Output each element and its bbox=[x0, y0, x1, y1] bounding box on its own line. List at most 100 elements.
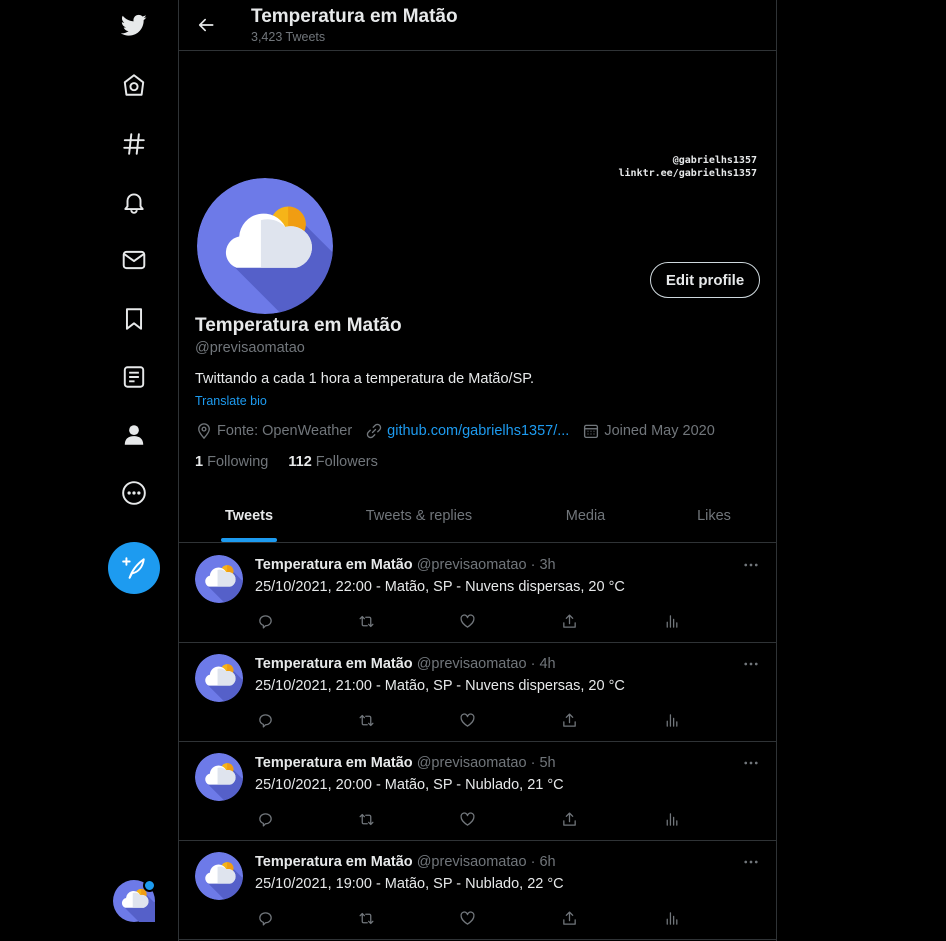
location-pin-icon bbox=[198, 423, 210, 440]
compose-tweet-button[interactable] bbox=[108, 542, 160, 594]
share-icon[interactable] bbox=[559, 611, 579, 631]
like-heart-icon[interactable] bbox=[457, 908, 477, 928]
feather-plus-icon bbox=[122, 557, 145, 579]
tweet-timestamp[interactable]: 5h bbox=[539, 755, 555, 771]
more-options-icon[interactable] bbox=[741, 555, 761, 575]
follow-stats: 1 Following 112 Followers bbox=[195, 454, 398, 470]
tab-media[interactable]: Media bbox=[519, 490, 652, 542]
reply-icon[interactable] bbox=[255, 809, 275, 829]
followers-link[interactable]: 112 Followers bbox=[288, 454, 377, 470]
notification-dot bbox=[143, 879, 156, 892]
profile-header: Temperatura em Matão 3,423 Tweets bbox=[179, 0, 776, 51]
reply-icon[interactable] bbox=[255, 611, 275, 631]
profile-handle: @previsaomatao bbox=[195, 340, 305, 356]
analytics-icon[interactable] bbox=[661, 710, 681, 730]
more-options-icon[interactable] bbox=[741, 852, 761, 872]
website-link[interactable]: github.com/gabrielhs1357/... bbox=[387, 423, 569, 439]
tweet-header: Temperatura em Matão @previsaomatao · 4h bbox=[255, 656, 556, 672]
like-heart-icon[interactable] bbox=[457, 710, 477, 730]
retweet-icon[interactable] bbox=[356, 908, 376, 928]
tweet-avatar[interactable] bbox=[195, 852, 243, 900]
explore-hashtag-icon[interactable] bbox=[109, 119, 159, 169]
tweet-author-name[interactable]: Temperatura em Matão bbox=[255, 656, 413, 672]
profile-column: Temperatura em Matão 3,423 Tweets @gabri… bbox=[178, 0, 777, 941]
profile-website[interactable]: github.com/gabrielhs1357/... bbox=[365, 422, 569, 440]
tweet-author-handle[interactable]: @previsaomatao bbox=[417, 557, 527, 573]
followers-label: Followers bbox=[315, 454, 378, 470]
reply-icon[interactable] bbox=[255, 710, 275, 730]
tweet-separator: · bbox=[530, 755, 536, 771]
tweet-text: 25/10/2021, 19:00 - Matão, SP - Nublado,… bbox=[255, 876, 564, 892]
tweet-avatar[interactable] bbox=[195, 555, 243, 603]
followers-count: 112 bbox=[288, 454, 312, 470]
tweet[interactable]: Temperatura em Matão @previsaomatao · 6h… bbox=[179, 840, 776, 940]
notifications-bell-icon[interactable] bbox=[109, 177, 159, 227]
like-heart-icon[interactable] bbox=[457, 809, 477, 829]
tweet-author-name[interactable]: Temperatura em Matão bbox=[255, 755, 413, 771]
like-heart-icon[interactable] bbox=[457, 611, 477, 631]
profile-bio: Twittando a cada 1 hora a temperatura de… bbox=[195, 371, 535, 387]
tweet-header: Temperatura em Matão @previsaomatao · 3h bbox=[255, 557, 556, 573]
reply-icon[interactable] bbox=[255, 908, 275, 928]
account-avatar[interactable] bbox=[113, 879, 156, 922]
tweet-avatar[interactable] bbox=[195, 753, 243, 801]
share-icon[interactable] bbox=[559, 908, 579, 928]
banner-line: @gabrielhs1357 bbox=[672, 155, 757, 166]
tweet-timestamp[interactable]: 6h bbox=[539, 854, 555, 870]
following-count: 1 bbox=[195, 454, 204, 470]
tweet-text: 25/10/2021, 20:00 - Matão, SP - Nublado,… bbox=[255, 777, 564, 793]
profile-person-icon[interactable] bbox=[109, 410, 159, 460]
tab-likes[interactable]: Likes bbox=[652, 490, 776, 542]
header-title: Temperatura em Matão bbox=[251, 6, 458, 27]
active-tab-indicator bbox=[221, 538, 277, 542]
edit-profile-button[interactable]: Edit profile bbox=[650, 262, 760, 298]
tweet[interactable]: Temperatura em Matão @previsaomatao · 4h… bbox=[179, 642, 776, 742]
profile-joined: Joined May 2020 bbox=[582, 422, 715, 440]
share-icon[interactable] bbox=[559, 710, 579, 730]
translate-bio-link[interactable]: Translate bio bbox=[195, 394, 267, 408]
bookmarks-icon[interactable] bbox=[109, 294, 159, 344]
joined-date: Joined May 2020 bbox=[604, 423, 715, 439]
analytics-icon[interactable] bbox=[661, 809, 681, 829]
following-label: Following bbox=[207, 454, 269, 470]
tweet[interactable]: Temperatura em Matão @previsaomatao · 5h… bbox=[179, 741, 776, 841]
twitter-logo-icon[interactable] bbox=[109, 0, 159, 50]
retweet-icon[interactable] bbox=[356, 809, 376, 829]
tweet-text: 25/10/2021, 21:00 - Matão, SP - Nuvens d… bbox=[255, 678, 625, 694]
analytics-icon[interactable] bbox=[661, 611, 681, 631]
location-text: Fonte: OpenWeather bbox=[217, 423, 353, 439]
messages-envelope-icon[interactable] bbox=[109, 235, 159, 285]
profile-location: Fonte: OpenWeather bbox=[195, 422, 352, 440]
tweet-author-name[interactable]: Temperatura em Matão bbox=[255, 557, 413, 573]
retweet-icon[interactable] bbox=[356, 611, 376, 631]
home-icon[interactable] bbox=[109, 60, 159, 110]
more-circle-icon[interactable] bbox=[109, 468, 159, 518]
retweet-icon[interactable] bbox=[356, 710, 376, 730]
tweet[interactable]: Temperatura em Matão @previsaomatao · 3h… bbox=[179, 543, 776, 643]
share-icon[interactable] bbox=[559, 809, 579, 829]
link-icon bbox=[366, 423, 382, 439]
tab-tweets[interactable]: Tweets bbox=[179, 490, 319, 542]
tweet-separator: · bbox=[530, 854, 536, 870]
tweet-separator: · bbox=[530, 656, 536, 672]
tweet-timestamp[interactable]: 4h bbox=[539, 656, 555, 672]
tweet-author-handle[interactable]: @previsaomatao bbox=[417, 854, 527, 870]
profile-avatar[interactable] bbox=[195, 176, 335, 316]
back-arrow-icon[interactable] bbox=[191, 10, 221, 40]
tweet-author-handle[interactable]: @previsaomatao bbox=[417, 656, 527, 672]
tweet-author-name[interactable]: Temperatura em Matão bbox=[255, 854, 413, 870]
tweet-timestamp[interactable]: 3h bbox=[539, 557, 555, 573]
tweet-author-handle[interactable]: @previsaomatao bbox=[417, 755, 527, 771]
more-options-icon[interactable] bbox=[741, 753, 761, 773]
analytics-icon[interactable] bbox=[661, 908, 681, 928]
following-link[interactable]: 1 Following bbox=[195, 454, 268, 470]
banner-text: @gabrielhs1357 linktr.ee/gabrielhs1357 bbox=[619, 154, 757, 180]
lists-icon[interactable] bbox=[109, 352, 159, 402]
tweet-avatar[interactable] bbox=[195, 654, 243, 702]
banner-line: linktr.ee/gabrielhs1357 bbox=[618, 168, 757, 179]
tweet-text: 25/10/2021, 22:00 - Matão, SP - Nuvens d… bbox=[255, 579, 625, 595]
calendar-icon bbox=[584, 424, 599, 439]
more-options-icon[interactable] bbox=[741, 654, 761, 674]
tab-tweets-replies[interactable]: Tweets & replies bbox=[319, 490, 519, 542]
profile-name: Temperatura em Matão bbox=[195, 315, 402, 336]
